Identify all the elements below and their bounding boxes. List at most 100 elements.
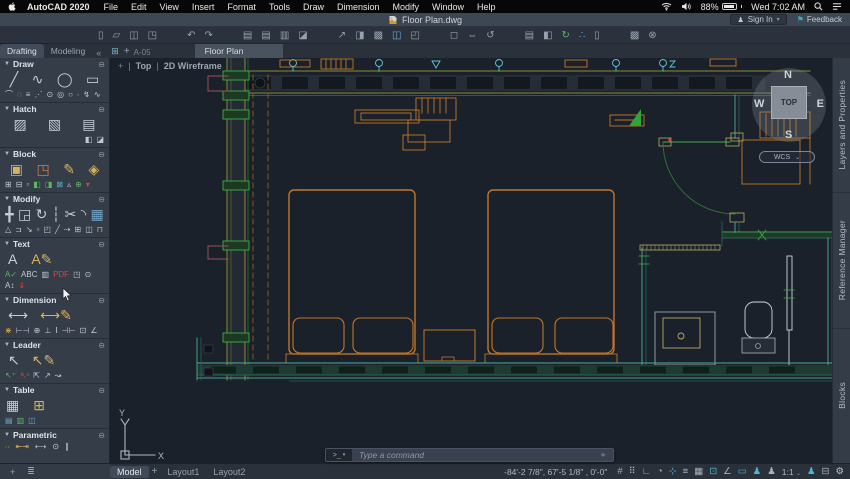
ortho-icon[interactable]: ∟ bbox=[642, 465, 651, 479]
table-link-icon[interactable]: ⊞ bbox=[33, 397, 45, 414]
dim-linear-icon[interactable]: ⟷ bbox=[8, 307, 28, 324]
start-tab-icon[interactable]: ⊞ bbox=[111, 46, 119, 57]
orbit-icon[interactable]: ↺ bbox=[486, 28, 494, 43]
divide-icon[interactable]: ≡ bbox=[26, 90, 31, 99]
plot-lock-icon[interactable]: ▥ bbox=[280, 28, 289, 43]
apple-logo-icon[interactable] bbox=[8, 2, 17, 11]
coincident-icon[interactable]: ∙∙ bbox=[5, 442, 9, 451]
sign-in-button[interactable]: ♟ Sign In ▾ bbox=[730, 14, 787, 25]
new-drawing-tab-button[interactable]: + bbox=[124, 46, 130, 57]
ole-icon[interactable]: ◰ bbox=[410, 28, 419, 43]
leader-align-icon[interactable]: ⇱ bbox=[33, 371, 40, 380]
viewport-menu-button[interactable]: + bbox=[118, 61, 123, 71]
polygon-icon[interactable]: ○ bbox=[68, 90, 73, 99]
tab-blocks[interactable]: Blocks bbox=[833, 329, 850, 463]
dim-aligned-icon[interactable]: ⊢⊣ bbox=[16, 326, 30, 335]
trim-icon[interactable]: ✂ bbox=[65, 206, 77, 223]
block-create-icon[interactable]: ◳ bbox=[36, 161, 49, 178]
section-options-icon[interactable]: ⊖ bbox=[98, 105, 105, 114]
battery-indicator[interactable]: 88% bbox=[701, 2, 743, 12]
polar-tracking-icon[interactable]: ◔ bbox=[657, 465, 663, 479]
dwg-ref-icon[interactable]: ◫ bbox=[392, 28, 401, 43]
transparency-icon[interactable]: ▦ bbox=[694, 465, 703, 479]
gradient-icon[interactable]: ▤ bbox=[82, 116, 95, 133]
menu-draw[interactable]: Draw bbox=[303, 2, 324, 12]
export-pdf-icon[interactable]: PDF bbox=[53, 270, 69, 279]
parallel-icon[interactable]: ∥ bbox=[65, 442, 69, 451]
snap-icon[interactable]: ⠿ bbox=[629, 465, 636, 479]
menu-help[interactable]: Help bbox=[477, 2, 496, 12]
viewcube-top-face[interactable]: TOP bbox=[771, 86, 807, 119]
move-icon[interactable]: ╋ bbox=[5, 206, 13, 223]
quick-print-icon[interactable]: ▤ bbox=[261, 28, 270, 43]
image-ref-icon[interactable]: ▩ bbox=[374, 28, 383, 43]
viewport-controls[interactable]: + | Top | 2D Wireframe bbox=[118, 61, 222, 71]
refresh-icon[interactable]: ↻ bbox=[562, 28, 570, 43]
drawing-tab-floor-plan[interactable]: Floor Plan bbox=[194, 44, 283, 58]
add-sheet-icon[interactable]: + bbox=[10, 467, 15, 477]
block-count-icon[interactable]: ▵ bbox=[67, 180, 71, 189]
section-options-icon[interactable]: ⊖ bbox=[98, 296, 105, 305]
pan-icon[interactable]: ⇔ bbox=[467, 28, 477, 43]
section-header-parametric[interactable]: ▼ Parametric ⊖ bbox=[0, 429, 109, 441]
mleader-icon[interactable]: ↖ bbox=[8, 352, 20, 369]
viewcube-west[interactable]: W bbox=[754, 98, 764, 110]
polyline-icon[interactable]: ∿ bbox=[32, 71, 44, 88]
dynamic-input-icon[interactable]: ⊹ bbox=[669, 465, 677, 479]
text-align-icon[interactable]: A↕ bbox=[5, 281, 14, 290]
dim-constraint-icon[interactable]: ⟷ bbox=[35, 442, 46, 451]
import-pdf-icon[interactable]: ⇓ bbox=[18, 281, 25, 290]
stretch-icon[interactable]: ↘ bbox=[26, 225, 33, 234]
ellipse-icon[interactable]: ⊙ bbox=[46, 90, 53, 99]
menu-format[interactable]: Format bbox=[227, 2, 256, 12]
erase-icon[interactable]: ▫ bbox=[37, 225, 40, 234]
tab-layout1[interactable]: Layout1 bbox=[160, 466, 206, 478]
block-sync-icon[interactable]: ◧ bbox=[33, 180, 41, 189]
tab-reference-manager[interactable]: Reference Manager bbox=[833, 193, 850, 329]
layer-list-icon[interactable]: ≣ bbox=[27, 466, 35, 477]
menu-view[interactable]: View bbox=[160, 2, 179, 12]
menu-modify[interactable]: Modify bbox=[393, 2, 420, 12]
layer-walk-icon[interactable]: ◧ bbox=[543, 28, 552, 43]
line-icon[interactable]: ╱ bbox=[10, 71, 18, 88]
measure-icon[interactable]: ⋰ bbox=[34, 90, 42, 99]
tool-palettes-icon[interactable]: ▩ bbox=[630, 28, 639, 43]
copy-icon[interactable]: ◲ bbox=[18, 206, 31, 223]
dim-flash-icon[interactable]: ⋇ bbox=[5, 326, 12, 335]
selection-cycling-icon[interactable]: ⊡ bbox=[709, 465, 717, 479]
collapse-panel-button[interactable]: « bbox=[92, 48, 105, 58]
menu-dimension[interactable]: Dimension bbox=[337, 2, 380, 12]
table-data-icon[interactable]: ◫ bbox=[28, 416, 36, 425]
menu-insert[interactable]: Insert bbox=[192, 2, 215, 12]
leader-collect-icon[interactable]: ↗ bbox=[44, 371, 51, 380]
find-text-icon[interactable]: ⊙ bbox=[85, 270, 92, 279]
floor-plan-drawing[interactable]: Y X bbox=[110, 58, 832, 463]
block-insert-icon[interactable]: ▣ bbox=[10, 161, 23, 178]
isometric-icon[interactable]: ∠ bbox=[723, 465, 732, 479]
align-icon[interactable]: ⊓ bbox=[97, 225, 103, 234]
menubar-clock[interactable]: Wed 7:02 AM bbox=[751, 2, 805, 12]
new-file-icon[interactable]: ▯ bbox=[98, 28, 104, 43]
menu-window[interactable]: Window bbox=[432, 2, 464, 12]
mirror-icon[interactable]: △ bbox=[5, 225, 11, 234]
drawing-canvas[interactable]: + | Top | 2D Wireframe Y X N W E S TOP W… bbox=[110, 58, 832, 463]
dim-radius-icon[interactable]: ⊕ bbox=[34, 326, 41, 335]
customize-gear-icon[interactable]: ⚙ bbox=[835, 465, 844, 479]
dim-ordinate-icon[interactable]: Ⅰ bbox=[55, 326, 57, 335]
leader-remove-icon[interactable]: ↖ˣ bbox=[20, 371, 29, 380]
command-input[interactable]: Type a command ∗ bbox=[352, 449, 613, 461]
offset-icon[interactable]: ⊐ bbox=[15, 225, 22, 234]
menu-edit[interactable]: Edit bbox=[131, 2, 147, 12]
dim-baseline-icon[interactable]: ⊥ bbox=[44, 326, 51, 335]
section-header-modify[interactable]: ▼ Modify ⊖ bbox=[0, 193, 109, 205]
section-options-icon[interactable]: ⊖ bbox=[98, 386, 105, 395]
section-header-table[interactable]: ▼ Table ⊖ bbox=[0, 384, 109, 396]
revision-cloud-icon[interactable]: ◌ bbox=[17, 90, 22, 99]
layer-edit-icon[interactable]: ▤ bbox=[525, 28, 534, 43]
leader-add-icon[interactable]: ↖⁺ bbox=[5, 371, 16, 380]
spell-check-icon[interactable]: A✓ bbox=[5, 270, 17, 279]
settings-remove-icon[interactable]: ⊗ bbox=[648, 28, 656, 43]
section-header-draw[interactable]: ▼ Draw ⊖ bbox=[0, 58, 109, 70]
block-detach-icon[interactable]: ⊟ bbox=[16, 180, 23, 189]
wifi-icon[interactable] bbox=[661, 2, 672, 11]
